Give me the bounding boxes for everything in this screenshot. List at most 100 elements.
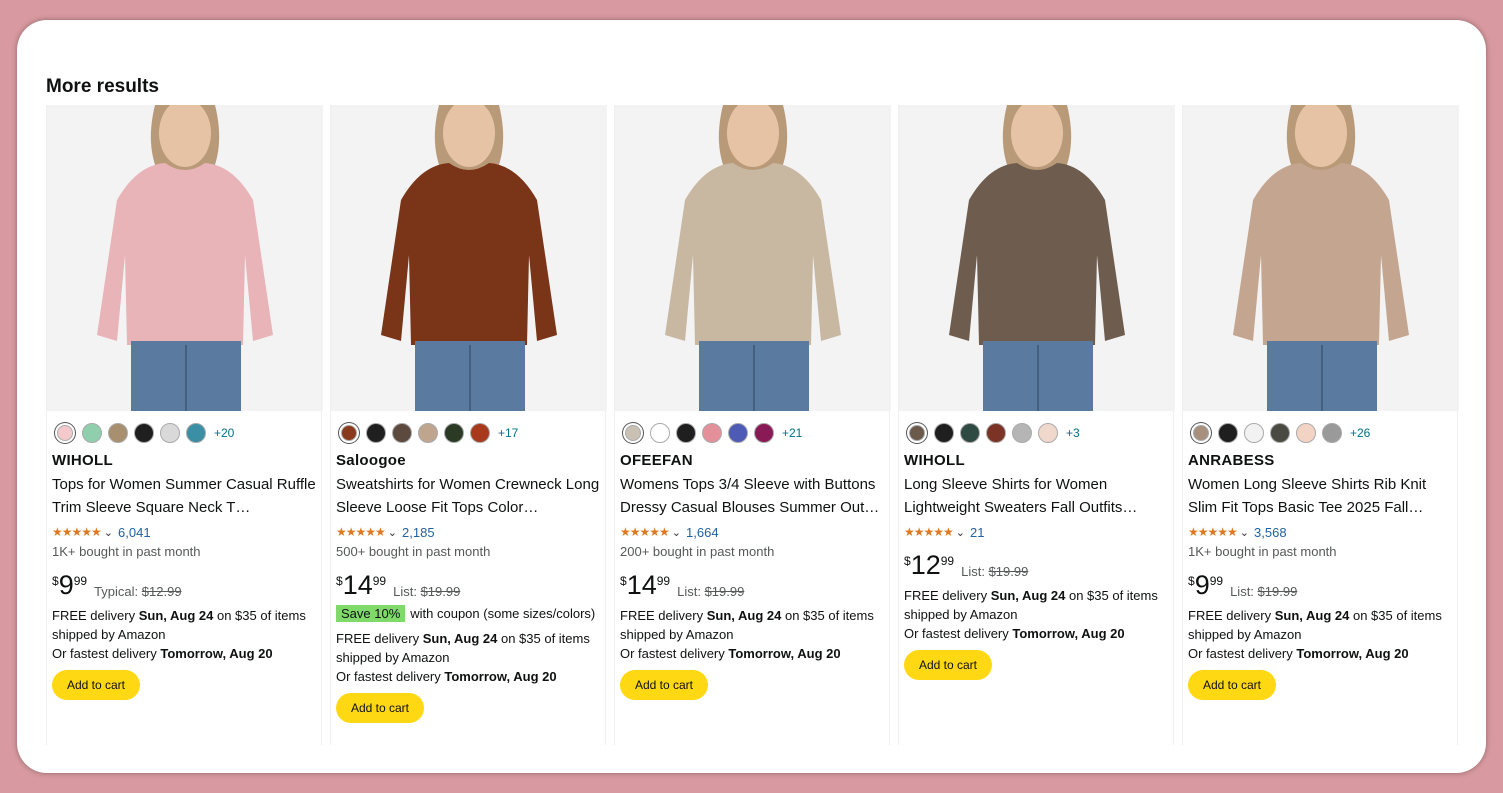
review-count[interactable]: 3,568	[1254, 525, 1287, 540]
price-whole: 9	[58, 570, 74, 600]
color-swatch[interactable]	[1296, 422, 1316, 443]
rating-row[interactable]: ★★★★★ ⌄ 21	[904, 523, 1169, 541]
color-swatch[interactable]	[986, 422, 1006, 443]
color-swatch[interactable]	[754, 422, 774, 443]
price-currency: $	[1188, 574, 1195, 588]
product-title[interactable]: Tops for Women Summer Casual Ruffle Trim…	[52, 473, 317, 519]
color-swatch[interactable]	[57, 424, 73, 441]
color-swatch[interactable]	[470, 422, 490, 443]
price-fraction: 99	[940, 554, 955, 568]
price-whole: 14	[342, 570, 373, 600]
color-swatch[interactable]	[934, 422, 954, 443]
star-rating-icon[interactable]: ★★★★★	[620, 525, 670, 539]
delivery-prefix: FREE delivery	[620, 608, 704, 623]
color-swatch[interactable]	[1218, 422, 1238, 443]
product-card[interactable]: +17 Saloogoe Sweatshirts for Women Crewn…	[330, 105, 607, 745]
product-title[interactable]: Long Sleeve Shirts for Women Lightweight…	[904, 473, 1169, 519]
add-to-cart-button[interactable]: Add to cart	[620, 670, 708, 700]
color-swatch[interactable]	[1270, 422, 1290, 443]
color-swatch[interactable]	[186, 422, 206, 443]
star-rating-icon[interactable]: ★★★★★	[904, 525, 954, 539]
color-swatch[interactable]	[1038, 422, 1058, 443]
list-price-label: Typical:	[94, 584, 139, 599]
more-colors-link[interactable]: +17	[498, 426, 518, 440]
rating-row[interactable]: ★★★★★ ⌄ 1,664	[620, 523, 885, 541]
color-swatch[interactable]	[341, 424, 357, 441]
chevron-down-icon[interactable]: ⌄	[1240, 526, 1249, 539]
product-image[interactable]	[1183, 105, 1459, 411]
color-swatch[interactable]	[418, 422, 438, 443]
coupon-row: Save 10% with coupon (some sizes/colors)	[336, 604, 601, 623]
color-swatch[interactable]	[909, 424, 925, 441]
color-swatch[interactable]	[1012, 422, 1032, 443]
chevron-down-icon[interactable]: ⌄	[104, 526, 113, 539]
color-swatch[interactable]	[625, 424, 641, 441]
more-colors-link[interactable]: +21	[782, 426, 802, 440]
delivery-prefix: FREE delivery	[336, 631, 420, 646]
delivery-prefix: FREE delivery	[52, 608, 136, 623]
more-colors-link[interactable]: +26	[1350, 426, 1370, 440]
color-swatch[interactable]	[366, 422, 386, 443]
color-swatch[interactable]	[1193, 424, 1209, 441]
price-whole: 12	[910, 550, 941, 580]
star-rating-icon[interactable]: ★★★★★	[1188, 525, 1238, 539]
product-image[interactable]	[899, 105, 1175, 411]
rating-row[interactable]: ★★★★★ ⌄ 2,185	[336, 523, 601, 541]
color-swatch[interactable]	[702, 422, 722, 443]
fastest-prefix: Or fastest delivery	[1188, 646, 1293, 661]
review-count[interactable]: 2,185	[402, 525, 435, 540]
product-title[interactable]: Womens Tops 3/4 Sleeve with Buttons Dres…	[620, 473, 885, 519]
product-card[interactable]: +3 WIHOLL Long Sleeve Shirts for Women L…	[898, 105, 1175, 745]
product-card[interactable]: +20 WIHOLL Tops for Women Summer Casual …	[46, 105, 323, 745]
color-swatches: +17	[337, 422, 605, 443]
color-swatch[interactable]	[392, 422, 412, 443]
list-price-label: List:	[677, 584, 701, 599]
fastest-date: Tomorrow, Aug 20	[160, 646, 273, 661]
list-price-value: $19.99	[1257, 584, 1298, 599]
delivery-date: Sun, Aug 24	[706, 608, 782, 623]
product-image[interactable]	[47, 105, 323, 411]
color-swatch[interactable]	[728, 422, 748, 443]
product-image[interactable]	[615, 105, 891, 411]
product-card[interactable]: +26 ANRABESS Women Long Sleeve Shirts Ri…	[1182, 105, 1459, 745]
add-to-cart-button[interactable]: Add to cart	[904, 650, 992, 680]
fastest-date: Tomorrow, Aug 20	[444, 669, 557, 684]
color-swatch[interactable]	[82, 422, 102, 443]
color-swatch[interactable]	[134, 422, 154, 443]
price: $ 9 99 List: $19.99	[1188, 571, 1453, 600]
review-count[interactable]: 1,664	[686, 525, 719, 540]
add-to-cart-button[interactable]: Add to cart	[52, 670, 140, 700]
chevron-down-icon[interactable]: ⌄	[388, 526, 397, 539]
color-swatch[interactable]	[160, 422, 180, 443]
price: $ 14 99 List: $19.99	[336, 571, 601, 600]
star-rating-icon[interactable]: ★★★★★	[52, 525, 102, 539]
color-swatch[interactable]	[650, 422, 670, 443]
add-to-cart-button[interactable]: Add to cart	[336, 693, 424, 723]
star-rating-icon[interactable]: ★★★★★	[336, 525, 386, 539]
color-swatch[interactable]	[676, 422, 696, 443]
product-title[interactable]: Sweatshirts for Women Crewneck Long Slee…	[336, 473, 601, 519]
brand-name: OFEEFAN	[620, 452, 693, 469]
add-to-cart-button[interactable]: Add to cart	[1188, 670, 1276, 700]
chevron-down-icon[interactable]: ⌄	[956, 526, 965, 539]
list-price: List: $19.99	[961, 564, 1028, 579]
color-swatch[interactable]	[444, 422, 464, 443]
more-colors-link[interactable]: +3	[1066, 426, 1080, 440]
color-swatch[interactable]	[108, 422, 128, 443]
rating-row[interactable]: ★★★★★ ⌄ 3,568	[1188, 523, 1453, 541]
review-count[interactable]: 6,041	[118, 525, 151, 540]
color-swatch[interactable]	[1322, 422, 1342, 443]
product-title[interactable]: Women Long Sleeve Shirts Rib Knit Slim F…	[1188, 473, 1453, 519]
more-colors-link[interactable]: +20	[214, 426, 234, 440]
brand-name: Saloogoe	[336, 452, 406, 469]
product-image[interactable]	[331, 105, 607, 411]
product-card[interactable]: +21 OFEEFAN Womens Tops 3/4 Sleeve with …	[614, 105, 891, 745]
chevron-down-icon[interactable]: ⌄	[672, 526, 681, 539]
review-count[interactable]: 21	[970, 525, 984, 540]
delivery-date: Sun, Aug 24	[1274, 608, 1350, 623]
delivery-info: FREE delivery Sun, Aug 24 on $35 of item…	[620, 606, 885, 663]
color-swatch[interactable]	[1244, 422, 1264, 443]
color-swatch[interactable]	[960, 422, 980, 443]
delivery-info: FREE delivery Sun, Aug 24 on $35 of item…	[904, 586, 1169, 643]
rating-row[interactable]: ★★★★★ ⌄ 6,041	[52, 523, 317, 541]
